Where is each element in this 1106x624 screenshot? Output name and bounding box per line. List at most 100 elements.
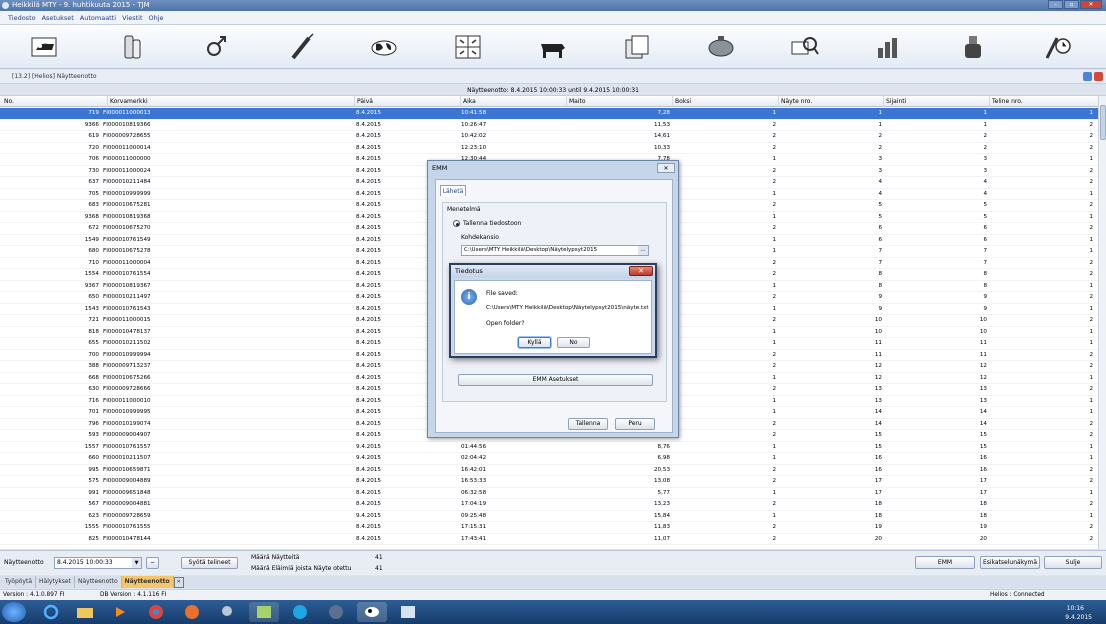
close-tab-icon[interactable]: ✕ — [173, 577, 184, 588]
bottom-bar: Näytteenotto 8.4.2015 10:00:33 ▼ − Syötä… — [0, 550, 1106, 575]
save-button[interactable]: Tallenna — [568, 418, 608, 430]
target-folder-input[interactable]: C:\Users\MTY Heikkilä\Desktop\Näytelypsy… — [461, 245, 649, 256]
scroll-thumb[interactable] — [1100, 105, 1106, 140]
chrome-icon[interactable] — [141, 602, 171, 622]
health-tool[interactable] — [282, 29, 322, 65]
row-no: 683 — [88, 202, 99, 208]
row-milk: 7,28 — [657, 110, 670, 116]
table-row[interactable]: 567 FI000009004881 8.4.2015 17:04:19 13,23 2 1… — [0, 499, 1098, 511]
reports-tool[interactable] — [617, 29, 657, 65]
app-icon-2[interactable] — [321, 602, 351, 622]
tab-desktop[interactable]: Työpöytä — [2, 576, 37, 588]
table-row[interactable]: 720 FI000011000014 8.4.2015 12:23:10 10,33 2 2… — [0, 143, 1098, 154]
row-ear-tag: FI000010819366 — [103, 121, 151, 128]
table-row[interactable]: 9366 FI000010819366 8.4.2015 10:26:47 11,53 2… — [0, 120, 1098, 131]
media-player-icon[interactable] — [105, 602, 135, 622]
col-location[interactable]: Sijainti — [883, 96, 906, 107]
ie-icon[interactable] — [36, 602, 66, 622]
info-close-button[interactable]: ✕ — [629, 266, 653, 276]
emm-close-button[interactable]: ✕ — [657, 163, 675, 173]
table-row[interactable]: 1557 FI000010761557 9.4.2015 01:44:56 8,76 1 1… — [0, 442, 1098, 453]
menu-file[interactable]: Tiedosto — [8, 11, 36, 24]
notes-icon[interactable] — [249, 602, 279, 622]
row-date: 8.4.2015 — [356, 478, 381, 484]
row-time: 09:25:48 — [461, 512, 487, 519]
start-button[interactable] — [2, 602, 26, 622]
menu-automation[interactable]: Automaatti — [80, 11, 116, 24]
minimize-button[interactable]: – — [1048, 0, 1063, 9]
chevron-down-icon[interactable]: ▼ — [132, 558, 141, 568]
search-tool[interactable] — [785, 29, 825, 65]
emm-button[interactable]: EMM — [915, 556, 975, 569]
preview-button[interactable]: Esikatselunäkymä — [980, 556, 1040, 569]
refresh-icon[interactable] — [1083, 72, 1092, 81]
herd-tool[interactable] — [364, 29, 404, 65]
cancel-button[interactable]: Peru — [615, 418, 655, 430]
tank-tool[interactable] — [701, 29, 741, 65]
table-row[interactable]: 991 FI000009651848 8.4.2015 06:32:58 5,77 1 17… — [0, 488, 1098, 499]
table-row[interactable]: 1555 FI000010761555 8.4.2015 17:15:31 11,83 2… — [0, 522, 1098, 534]
menu-settings[interactable]: Asetukset — [42, 11, 74, 24]
sync-racks-button[interactable]: Syötä telineet — [181, 557, 238, 569]
col-box[interactable]: Boksi — [672, 96, 691, 107]
emm-settings-button[interactable]: EMM Asetukset — [458, 374, 653, 386]
window-app-icon[interactable] — [393, 602, 423, 622]
row-sample-no: 1 — [772, 409, 776, 415]
menu-help[interactable]: Ohje — [149, 11, 164, 24]
tool-icon[interactable] — [213, 602, 243, 622]
row-rack-no: 17 — [979, 489, 987, 496]
tab-alarms[interactable]: Hälytykset — [36, 576, 75, 588]
col-rack-no[interactable]: Teline nro. — [989, 96, 1023, 107]
documents-icon — [625, 35, 649, 59]
firefox-icon[interactable] — [177, 602, 207, 622]
yes-button[interactable]: Kyllä — [518, 337, 551, 348]
remove-sampling-button[interactable]: − — [146, 557, 159, 569]
row-rack-pos: 2 — [1089, 225, 1093, 231]
menu-messages[interactable]: Viestit — [122, 11, 142, 24]
milk-tool[interactable] — [112, 29, 152, 65]
table-row[interactable]: 719 FI000011000013 8.4.2015 10:41:58 7,28 1 1 1… — [0, 108, 1098, 120]
table-row[interactable]: 619 FI000009728655 8.4.2015 10:42:02 14,61 2 2… — [0, 131, 1098, 143]
cow-card-tool[interactable] — [25, 29, 65, 65]
close-button[interactable]: Sulje — [1044, 556, 1102, 569]
col-time[interactable]: Aika — [460, 96, 476, 107]
statistics-tool[interactable] — [869, 29, 909, 65]
groups-tool[interactable] — [448, 29, 488, 65]
browse-icon[interactable]: ... — [638, 246, 648, 255]
maximize-button[interactable]: ▫ — [1064, 0, 1079, 9]
table-row[interactable]: 825 FI000010478144 8.4.2015 17:43:41 11,07 2 2… — [0, 534, 1098, 545]
row-date: 8.4.2015 — [356, 501, 381, 507]
col-date[interactable]: Päivä — [354, 96, 373, 107]
table-scrollbar[interactable] — [1098, 96, 1106, 549]
tab-sampling[interactable]: Näytteenotto — [75, 576, 122, 588]
row-time: 02:04:42 — [461, 455, 487, 461]
col-no[interactable]: No. — [2, 96, 14, 107]
row-sample-no: 1 — [772, 340, 776, 346]
row-location: 2 — [878, 133, 882, 139]
row-rack-no: 12 — [979, 363, 987, 369]
tab-send[interactable]: Lähetä — [440, 185, 466, 196]
table-row[interactable]: 623 FI000009728659 9.4.2015 09:25:48 15,84 1 1… — [0, 511, 1098, 522]
no-button[interactable]: No — [557, 337, 590, 348]
table-row[interactable]: 995 FI000010659871 8.4.2015 16:42:01 20,53 2 1… — [0, 465, 1098, 476]
row-sample-no: 1 — [772, 248, 776, 254]
table-header: No. Korvamerkki Päivä Aika Maito Boksi N… — [0, 96, 1098, 107]
close-view-icon[interactable] — [1094, 72, 1103, 81]
table-row[interactable]: 575 FI000009004889 8.4.2015 16:53:33 13,08 2 1… — [0, 476, 1098, 488]
fertility-tool[interactable] — [196, 29, 236, 65]
skype-icon[interactable] — [285, 602, 315, 622]
explorer-icon[interactable] — [70, 602, 100, 622]
col-ear-tag[interactable]: Korvamerkki — [107, 96, 148, 107]
col-milk[interactable]: Maito — [566, 96, 586, 107]
col-sample-no[interactable]: Näyte nro. — [778, 96, 812, 107]
row-rack-pos: 2 — [1089, 478, 1093, 484]
service-tool[interactable] — [1038, 29, 1078, 65]
sampling-combo[interactable]: 8.4.2015 10:00:33 ▼ — [54, 557, 142, 569]
robot-tool[interactable] — [954, 29, 994, 65]
tab-sampling-active[interactable]: Näytteenotto — [121, 576, 174, 588]
save-to-file-radio[interactable] — [453, 220, 460, 227]
table-row[interactable]: 660 FI000010211507 9.4.2015 02:04:42 6,98 1 16… — [0, 453, 1098, 465]
animal-tool[interactable] — [533, 29, 573, 65]
farm-app-icon[interactable] — [357, 602, 387, 622]
close-window-button[interactable]: ✕ — [1080, 0, 1102, 9]
